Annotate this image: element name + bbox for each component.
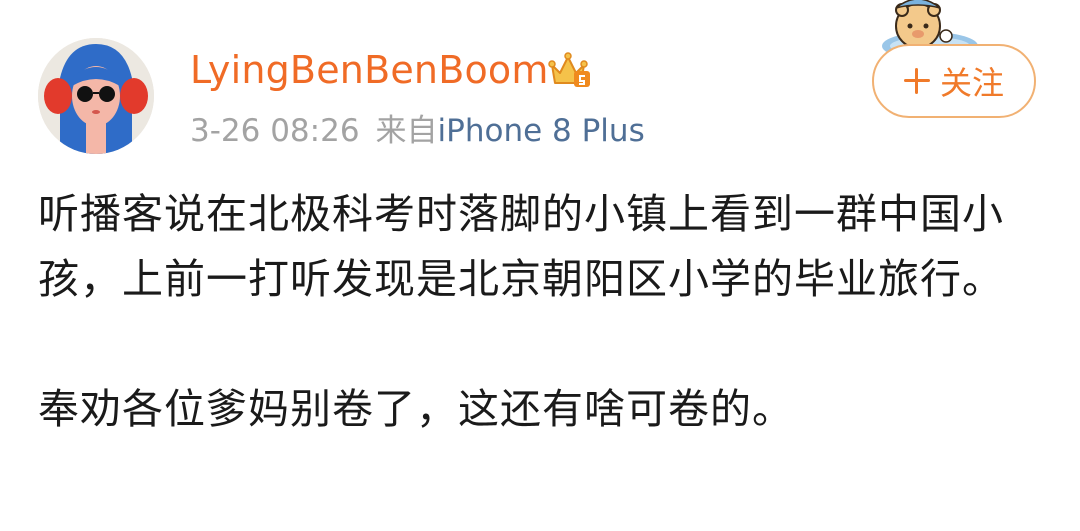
post-meta: 3-26 08:26 来自iPhone 8 Plus [190,110,645,152]
username[interactable]: LyingBenBenBoom [190,46,549,94]
post-time: 3-26 08:26 [190,113,360,149]
follow-button[interactable]: 关注 [872,44,1036,118]
post-paragraph: 奉劝各位爹妈别卷了，这还有啥可卷的。 [38,385,794,433]
follow-label: 关注 [939,64,1004,102]
source-prefix: 来自 [375,113,438,149]
vip-crown-badge-icon[interactable] [548,51,592,91]
avatar[interactable] [38,38,154,154]
plus-icon [903,68,930,94]
weibo-post-card: LyingBenBenBoom 3-26 08:26 来自iPhone 8 Plu… [0,0,1080,531]
device-link[interactable]: iPhone 8 Plus [438,113,645,149]
post-body: 听播客说在北极科考时落脚的小镇上看到一群中国小孩，上前一打听发现是北京朝阳区小学… [38,182,1038,442]
post-paragraph: 听播客说在北极科考时落脚的小镇上看到一群中国小孩，上前一打听发现是北京朝阳区小学… [38,190,1004,303]
